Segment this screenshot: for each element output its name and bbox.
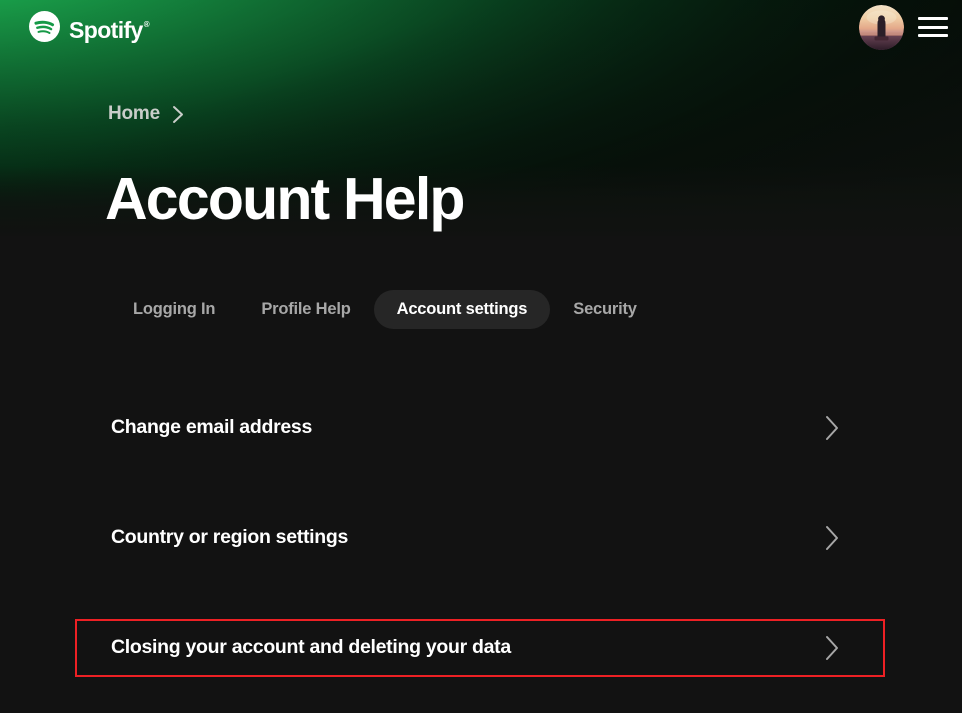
chevron-right-icon (172, 105, 185, 124)
breadcrumb-item-home[interactable]: Home (108, 103, 160, 125)
chevron-right-icon (824, 414, 840, 442)
tab-bar: Logging In Profile Help Account settings… (110, 290, 660, 329)
list-item[interactable]: Change email address (0, 400, 962, 456)
spotify-wordmark-text: Spotify (69, 16, 143, 43)
chevron-right-icon (824, 524, 840, 552)
spotify-logo-link[interactable]: Spotify ® (29, 11, 150, 47)
tab-profile-help[interactable]: Profile Help (238, 290, 373, 329)
help-item-label: Closing your account and deleting your d… (111, 636, 511, 659)
breadcrumb: Home (108, 103, 185, 125)
tab-account-settings[interactable]: Account settings (373, 290, 551, 329)
registered-trademark-mark: ® (143, 19, 150, 29)
chevron-right-icon (824, 634, 840, 662)
spotify-wordmark: Spotify ® (69, 16, 150, 43)
tab-logging-in[interactable]: Logging In (110, 290, 238, 329)
top-navigation-bar: Spotify ® (0, 0, 962, 56)
tab-security[interactable]: Security (550, 290, 660, 329)
hamburger-bar (918, 34, 948, 37)
hamburger-bar (918, 17, 948, 20)
help-topic-list: Change email address Country or region s… (0, 400, 962, 677)
help-item-label: Country or region settings (111, 526, 349, 549)
hamburger-bar (918, 25, 948, 29)
help-item-label: Change email address (111, 416, 312, 439)
page-title: Account Help (105, 166, 465, 232)
hamburger-menu-icon[interactable] (918, 14, 948, 40)
list-item-highlighted[interactable]: Closing your account and deleting your d… (0, 619, 962, 677)
avatar[interactable] (859, 5, 904, 50)
list-item[interactable]: Country or region settings (0, 510, 962, 566)
spotify-logo-icon (29, 11, 60, 47)
